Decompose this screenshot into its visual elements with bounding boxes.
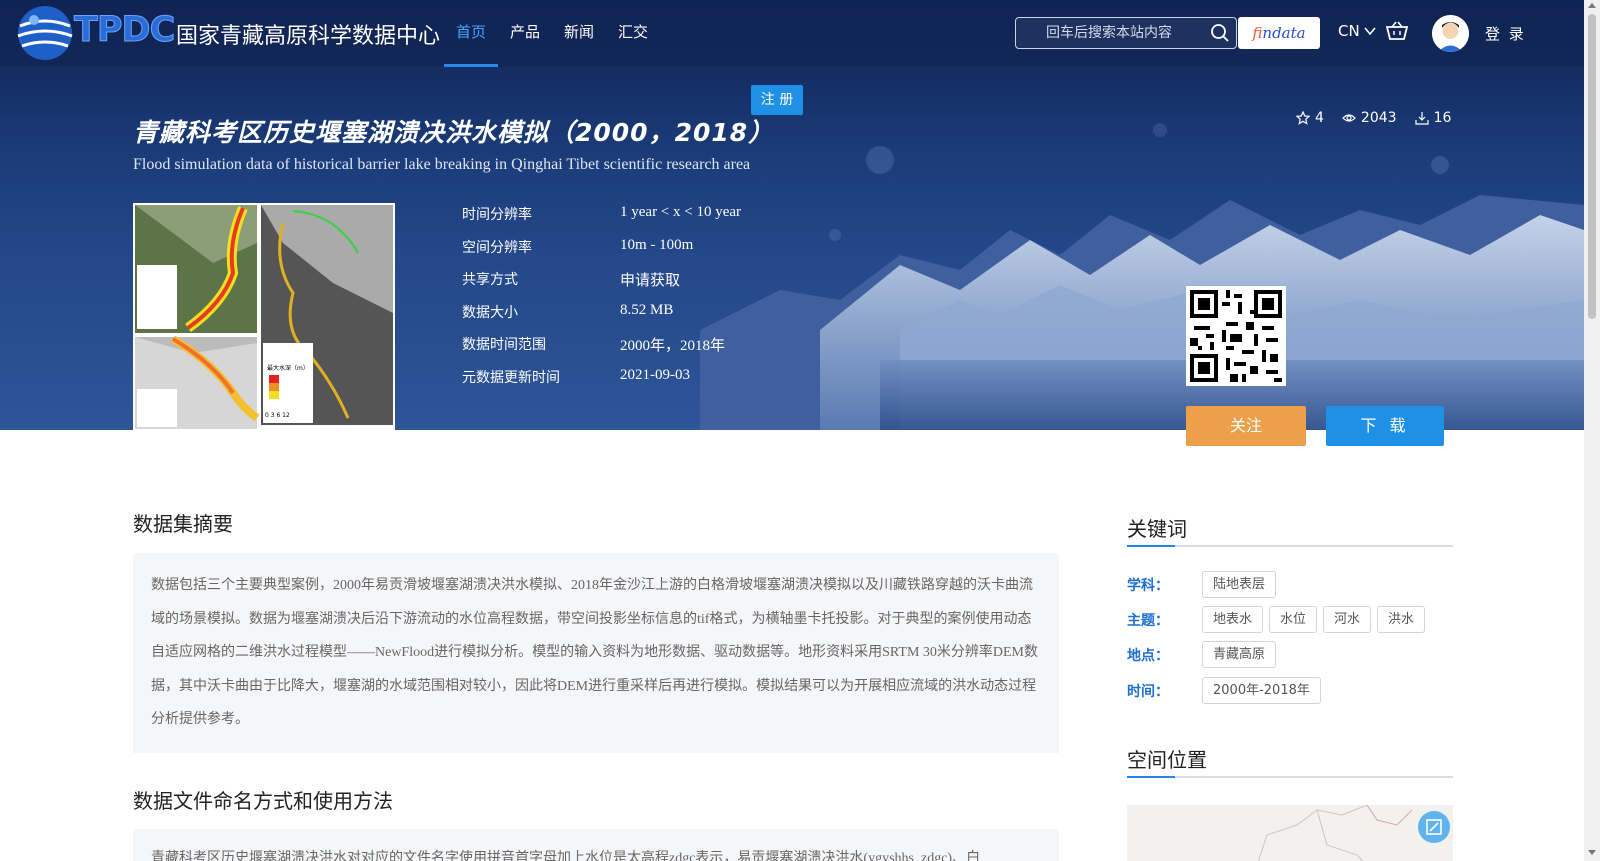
search-input[interactable]: [1016, 18, 1206, 48]
keyword-label: 地点：: [1127, 648, 1169, 664]
nav-news[interactable]: 新闻: [552, 0, 606, 67]
main-nav: 首页 产品 新闻 汇交: [444, 0, 660, 67]
findata-rest: indata: [1262, 24, 1306, 42]
chevron-down-icon[interactable]: [1364, 26, 1376, 36]
follow-button[interactable]: 关注: [1186, 406, 1306, 446]
meta-value: 2021-09-03: [620, 367, 690, 383]
meta-key: 数据时间范围: [462, 337, 546, 353]
user-avatar-icon: [1432, 15, 1469, 52]
meta-row: 数据时间范围 2000年，2018年: [462, 334, 882, 356]
meta-row: 空间分辨率 10m - 100m: [462, 237, 882, 259]
dataset-title: 青藏科考区历史堰塞湖溃决洪水模拟（2000，2018）: [133, 118, 775, 147]
legend-label: 最大水深（m）: [267, 364, 309, 372]
register-button[interactable]: 注 册: [751, 85, 803, 115]
download-icon: [1414, 112, 1429, 125]
findata-button[interactable]: findata: [1238, 17, 1320, 49]
keyword-tags: 青藏高原: [1202, 641, 1277, 668]
site-name[interactable]: 国家青藏高原科学数据中心: [176, 18, 440, 50]
keywords-title: 关键词: [1127, 517, 1187, 541]
meta-key: 数据大小: [462, 305, 518, 321]
expand-icon: [1426, 819, 1442, 835]
scale-label: 0 3 6 12: [265, 412, 290, 419]
stat-views: 2043: [1342, 110, 1397, 126]
eye-icon: [1342, 114, 1356, 122]
stat-downloads: 16: [1414, 110, 1452, 126]
file-naming-title: 数据文件命名方式和使用方法: [133, 789, 393, 813]
scroll-thumb[interactable]: [1588, 14, 1596, 319]
keyword-tag[interactable]: 青藏高原: [1202, 641, 1277, 668]
cart-icon[interactable]: [1386, 21, 1408, 41]
stars-count: 4: [1315, 110, 1324, 126]
file-naming-text: 青藏科考区历史堰塞湖溃决洪水对对应的文件名字使用拼音首字母加上水位是太高程zdg…: [133, 829, 1059, 861]
divider-accent: [1127, 545, 1175, 547]
scroll-down-arrow[interactable]: [1588, 850, 1596, 855]
keyword-tag[interactable]: 2000年-2018年: [1202, 677, 1321, 704]
nav-home[interactable]: 首页: [444, 0, 499, 67]
keywords-divider: [1127, 545, 1453, 547]
search-box: [1015, 17, 1237, 49]
keyword-tags: 地表水 水位 河水 洪水: [1202, 606, 1426, 633]
abstract-text: 数据包括三个主要典型案例，2000年易贡滑坡堰塞湖溃决洪水模拟、2018年金沙江…: [133, 553, 1059, 753]
nav-products[interactable]: 产品: [498, 0, 552, 67]
logo-tpdc-text[interactable]: TPDC: [73, 10, 175, 51]
dataset-thumbnail[interactable]: 最大水深（m） 0 3 6 12: [133, 203, 395, 431]
map-boundaries: [1257, 805, 1413, 861]
nav-submit[interactable]: 汇交: [606, 0, 660, 67]
keyword-tag[interactable]: 洪水: [1377, 606, 1426, 633]
location-divider: [1127, 776, 1453, 778]
meta-key: 空间分辨率: [462, 240, 532, 256]
meta-value: 2000年，2018年: [620, 338, 726, 354]
page-scrollbar[interactable]: [1584, 0, 1600, 861]
keyword-label: 主题：: [1127, 613, 1169, 629]
stat-stars[interactable]: 4: [1296, 110, 1324, 126]
meta-key: 时间分辨率: [462, 207, 532, 223]
keyword-tag[interactable]: 河水: [1323, 606, 1372, 633]
keyword-label: 时间：: [1127, 684, 1169, 700]
meta-row: 共享方式 申请获取: [462, 269, 882, 291]
scroll-up-arrow[interactable]: [1588, 3, 1596, 8]
meta-row: 时间分辨率 1 year < x < 10 year: [462, 204, 882, 226]
findata-f: f: [1252, 24, 1263, 42]
meta-row: 数据大小 8.52 MB: [462, 302, 882, 324]
meta-value: 申请获取: [620, 273, 681, 289]
star-icon: [1296, 111, 1310, 125]
meta-value: 10m - 100m: [620, 237, 694, 253]
abstract-title: 数据集摘要: [133, 512, 233, 536]
meta-key: 共享方式: [462, 272, 518, 288]
keyword-tag[interactable]: 水位: [1269, 606, 1318, 633]
downloads-count: 16: [1433, 110, 1452, 126]
language-selector[interactable]: CN: [1338, 22, 1360, 40]
divider-accent: [1127, 776, 1175, 778]
keyword-tags: 陆地表层: [1202, 571, 1277, 598]
meta-row: 元数据更新时间 2021-09-03: [462, 367, 882, 389]
meta-key: 元数据更新时间: [462, 370, 560, 386]
globe-logo-icon[interactable]: [14, 2, 76, 64]
dataset-stats: 4 2043 16: [1296, 110, 1451, 126]
keyword-tag[interactable]: 地表水: [1202, 606, 1264, 633]
login-link[interactable]: 登 录: [1485, 23, 1526, 44]
qr-code: [1186, 286, 1286, 386]
avatar[interactable]: [1432, 15, 1469, 52]
meta-value: 8.52 MB: [620, 302, 674, 318]
dataset-title-en: Flood simulation data of historical barr…: [133, 156, 751, 173]
map-expand-button[interactable]: [1418, 811, 1450, 843]
keyword-tags: 2000年-2018年: [1202, 677, 1321, 704]
meta-value: 1 year < x < 10 year: [620, 204, 742, 220]
views-count: 2043: [1360, 110, 1397, 126]
search-icon[interactable]: [1210, 23, 1230, 43]
location-map[interactable]: [1127, 805, 1453, 861]
download-button[interactable]: 下 载: [1326, 406, 1444, 446]
location-title: 空间位置: [1127, 748, 1207, 772]
top-navbar: TPDC 国家青藏高原科学数据中心 首页 产品 新闻 汇交 findata CN…: [0, 0, 1584, 67]
keyword-tag[interactable]: 陆地表层: [1202, 571, 1277, 598]
keyword-label: 学科：: [1127, 578, 1169, 594]
